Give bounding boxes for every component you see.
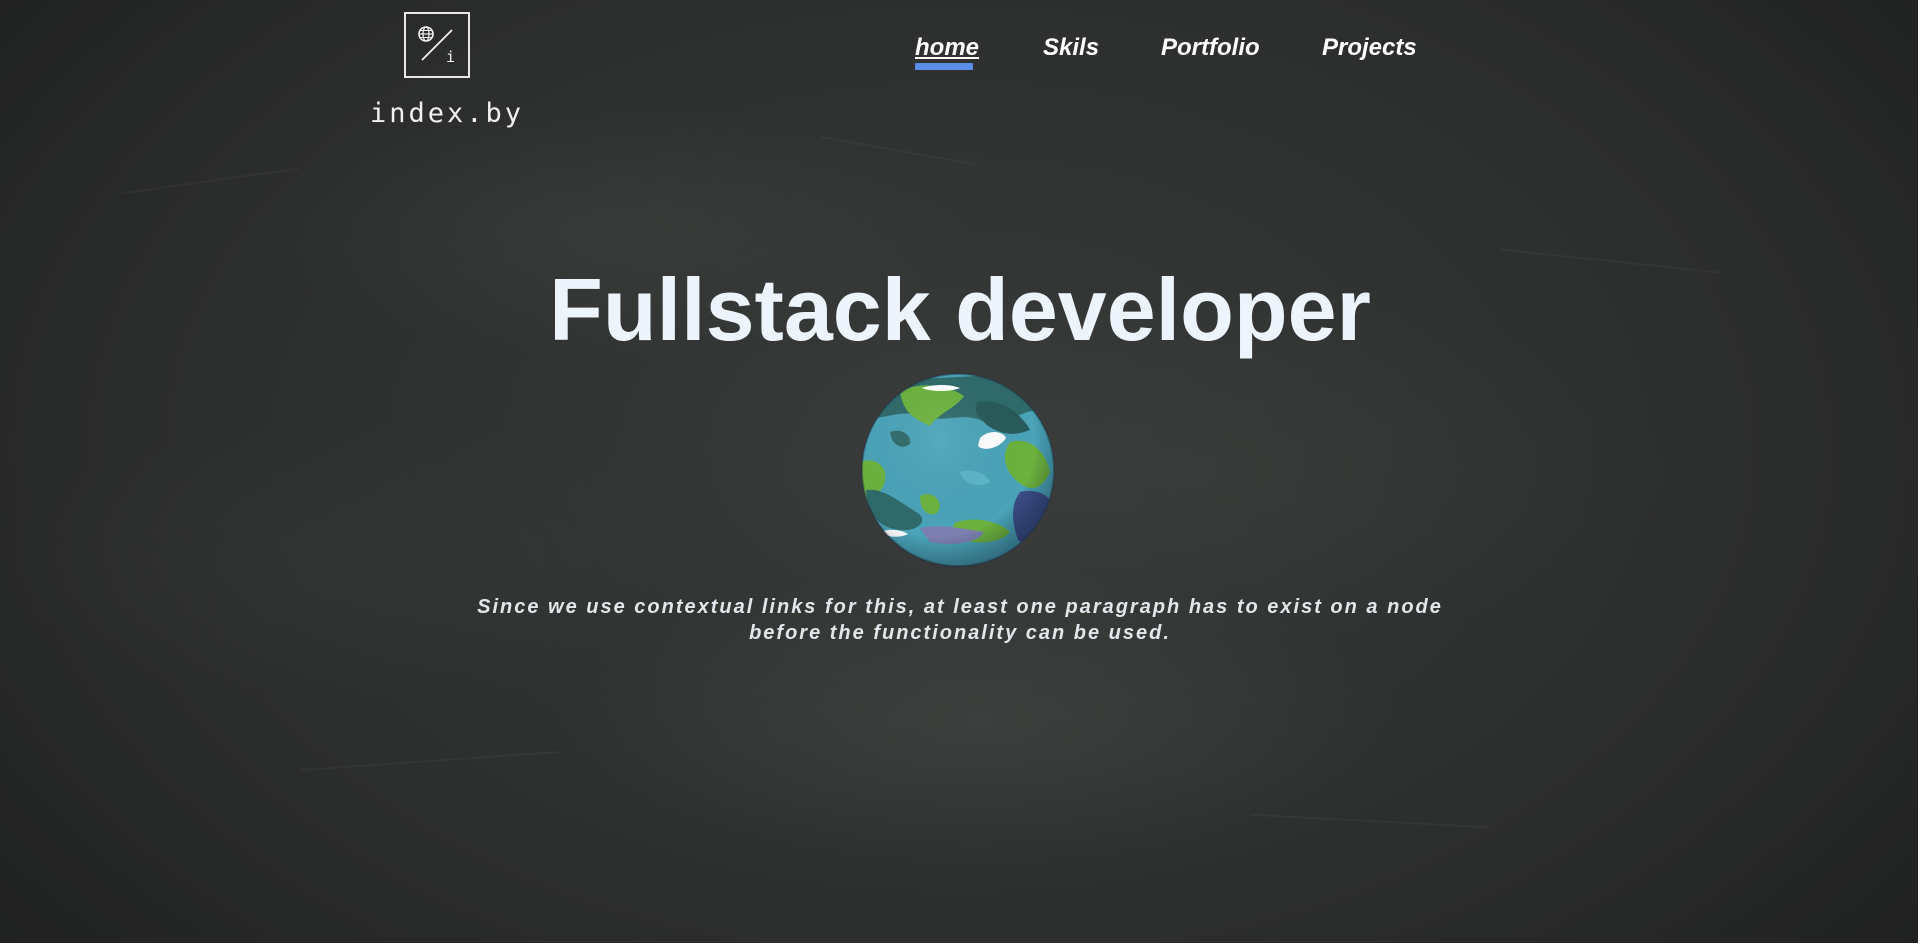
chalk-smudge	[121, 167, 300, 194]
nav-active-indicator	[915, 63, 973, 70]
chalk-smudge	[821, 136, 979, 166]
hero-paragraph: Since we use contextual links for this, …	[477, 596, 1443, 644]
page: i index.by home Skils Portfolio Projects…	[0, 0, 1920, 944]
chalk-smudge	[1250, 814, 1490, 829]
nav-item-portfolio[interactable]: Portfolio	[1161, 30, 1260, 66]
nav-item-skils[interactable]: Skils	[1043, 30, 1099, 66]
chalk-smudge	[300, 751, 560, 771]
globe-slash-i-logo-icon	[418, 26, 453, 61]
nav-item-home[interactable]: home	[915, 30, 979, 66]
planet-globe-icon	[861, 373, 1055, 567]
logo-text: index.by	[370, 98, 525, 129]
logo-link[interactable]: i	[404, 12, 470, 78]
logo-letter: i	[446, 48, 456, 66]
page-title: Fullstack developer	[549, 260, 1371, 359]
nav-item-projects[interactable]: Projects	[1322, 30, 1417, 66]
